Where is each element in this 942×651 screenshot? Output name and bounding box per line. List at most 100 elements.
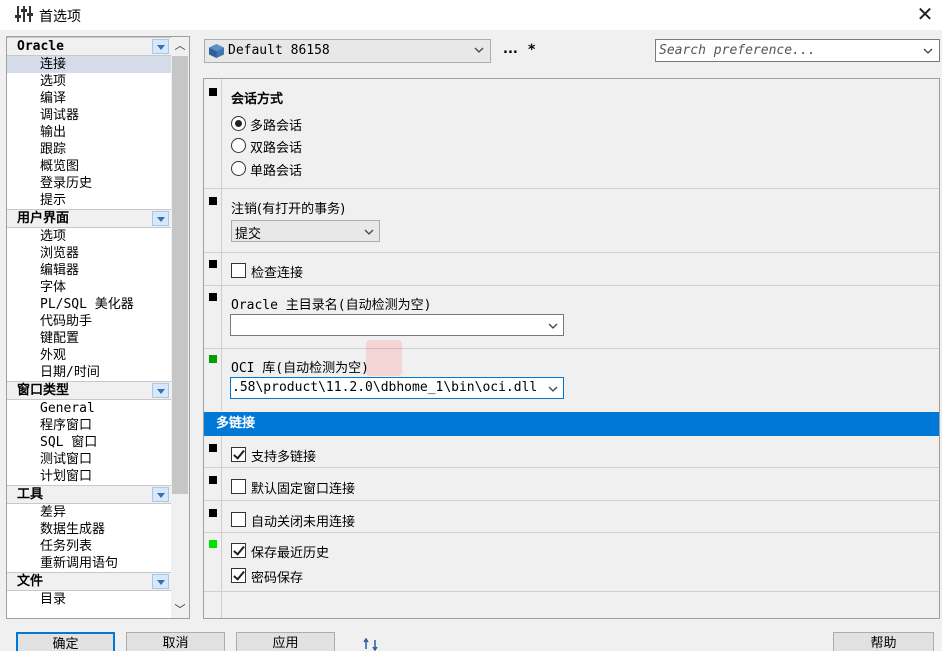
chevron-down-icon[interactable] xyxy=(923,46,933,56)
nav-item[interactable]: 代码助手 xyxy=(7,313,171,330)
scroll-down-icon[interactable]: ﹀ xyxy=(171,601,189,618)
nav-item[interactable]: 外观 xyxy=(7,347,171,364)
default-marker-icon xyxy=(209,509,217,517)
nav-scrollbar[interactable]: ︿ ﹀ xyxy=(171,37,189,618)
nav-item[interactable]: 数据生成器 xyxy=(7,521,171,538)
settings-panel: 会话方式 多路会话 双路会话 单路会话 注销(有打开的事务) 提交 检查连接 O… xyxy=(203,78,940,619)
ok-button[interactable]: 确定 xyxy=(16,632,115,651)
preferences-icon xyxy=(15,6,33,22)
session-mode-label: 会话方式 xyxy=(231,92,284,107)
nav-item[interactable]: 键配置 xyxy=(7,330,171,347)
collapse-chevron-icon[interactable] xyxy=(152,487,169,502)
logoff-value: 提交 xyxy=(235,227,262,242)
close-icon: ✕ xyxy=(916,2,934,26)
nav-item[interactable]: 选项 xyxy=(7,228,171,245)
radio-icon xyxy=(231,161,246,176)
nav-group-header[interactable]: 用户界面 xyxy=(7,209,171,228)
nav-group-header[interactable]: 文件 xyxy=(7,572,171,591)
nav-item[interactable]: 调试器 xyxy=(7,107,171,124)
sync-icon[interactable] xyxy=(362,638,380,651)
profile-options-button[interactable]: ... xyxy=(503,42,518,57)
profile-select[interactable]: Default 86158 xyxy=(204,39,491,63)
nav-item[interactable]: 重新调用语句 xyxy=(7,555,171,572)
nav-group-label: 工具 xyxy=(17,487,44,502)
nav-item[interactable]: 任务列表 xyxy=(7,538,171,555)
checkbox-icon xyxy=(231,263,246,278)
nav-item[interactable]: 测试窗口 xyxy=(7,451,171,468)
default-marker-icon xyxy=(209,197,217,205)
default-fixed-window-row: 默认固定窗口连接 xyxy=(204,468,939,501)
row-gutter xyxy=(204,79,222,188)
nav-item[interactable]: 输出 xyxy=(7,124,171,141)
close-button[interactable]: ✕ xyxy=(908,0,942,30)
nav-group-label: 用户界面 xyxy=(17,211,70,226)
row-gutter xyxy=(204,468,222,500)
row-gutter xyxy=(204,349,222,411)
nav-group-header[interactable]: 工具 xyxy=(7,485,171,504)
nav-item[interactable]: 字体 xyxy=(7,279,171,296)
support-multi-row: 支持多链接 xyxy=(204,436,939,468)
window-title: 首选项 xyxy=(39,9,81,25)
nav-item[interactable]: 差异 xyxy=(7,504,171,521)
radio-icon xyxy=(231,138,246,153)
scroll-up-icon[interactable]: ︿ xyxy=(171,37,189,54)
nav-item[interactable]: 跟踪 xyxy=(7,141,171,158)
collapse-chevron-icon[interactable] xyxy=(152,211,169,226)
chevron-down-icon xyxy=(474,47,484,53)
nav-item[interactable]: 选项 xyxy=(7,73,171,90)
cancel-button[interactable]: 取消 xyxy=(126,632,225,651)
row-gutter xyxy=(204,286,222,348)
row-gutter xyxy=(204,533,222,591)
logoff-select[interactable]: 提交 xyxy=(231,220,380,242)
row-gutter xyxy=(204,592,222,618)
nav-item[interactable]: 概览图 xyxy=(7,158,171,175)
oci-library-select[interactable]: .58\product\11.2.0\dbhome_1\bin\oci.dll xyxy=(230,377,564,399)
nav-item[interactable]: 计划窗口 xyxy=(7,468,171,485)
history-row: 保存最近历史 密码保存 xyxy=(204,533,939,592)
nav-item[interactable]: 编辑器 xyxy=(7,262,171,279)
collapse-chevron-icon[interactable] xyxy=(152,383,169,398)
search-input[interactable] xyxy=(659,42,914,59)
nav-item[interactable]: 浏览器 xyxy=(7,245,171,262)
nav-item[interactable]: 程序窗口 xyxy=(7,417,171,434)
oracle-home-row: Oracle 主目录名(自动检测为空) xyxy=(204,286,939,349)
nav-item[interactable]: PL/SQL 美化器 xyxy=(7,296,171,313)
row-gutter xyxy=(204,253,222,285)
nav-item[interactable]: 编译 xyxy=(7,90,171,107)
checkbox-label: 自动关闭未用连接 xyxy=(251,515,356,530)
nav-item[interactable]: 日期/时间 xyxy=(7,364,171,381)
nav-group-header[interactable]: 窗口类型 xyxy=(7,381,171,400)
nav-item[interactable]: SQL 窗口 xyxy=(7,434,171,451)
default-marker-icon xyxy=(209,293,217,301)
collapse-chevron-icon[interactable] xyxy=(152,574,169,589)
checkbox-checked-icon xyxy=(231,568,246,583)
nav-item[interactable]: General xyxy=(7,400,171,417)
multi-connection-section-header: 多链接 xyxy=(204,412,939,436)
row-gutter xyxy=(204,436,222,467)
checkbox-label: 保存最近历史 xyxy=(251,546,330,561)
checkbox-label: 密码保存 xyxy=(251,571,304,586)
modified-marker-icon xyxy=(209,540,217,548)
nav-group-header[interactable]: Oracle xyxy=(7,37,171,56)
nav-item[interactable]: 连接 xyxy=(7,56,171,73)
checkbox-label: 检查连接 xyxy=(251,266,304,281)
apply-button[interactable]: 应用 xyxy=(236,632,335,651)
logoff-row: 注销(有打开的事务) 提交 xyxy=(204,189,939,253)
default-marker-icon xyxy=(209,444,217,452)
nav-list: Oracle 连接 选项 编译 调试器 输出 跟踪 概览图 登录历史 提示 用户界面 选项 浏览器 编辑器… xyxy=(7,37,171,618)
default-marker-icon xyxy=(209,260,217,268)
help-button[interactable]: 帮助 xyxy=(833,632,934,651)
radio-label: 双路会话 xyxy=(250,141,303,156)
nav-group-label: 文件 xyxy=(17,574,44,589)
scrollbar-thumb[interactable] xyxy=(172,56,188,494)
checkbox-checked-icon xyxy=(231,543,246,558)
nav-item[interactable]: 登录历史 xyxy=(7,175,171,192)
oracle-home-select[interactable] xyxy=(230,314,564,336)
nav-group-label: Oracle xyxy=(17,39,64,54)
nav-item[interactable]: 目录 xyxy=(7,591,171,608)
oracle-home-label: Oracle 主目录名(自动检测为空) xyxy=(231,298,432,313)
collapse-chevron-icon[interactable] xyxy=(152,39,169,54)
nav-item[interactable]: 提示 xyxy=(7,192,171,209)
title-bar: 首选项 ✕ xyxy=(0,0,942,30)
search-field[interactable] xyxy=(655,39,940,62)
